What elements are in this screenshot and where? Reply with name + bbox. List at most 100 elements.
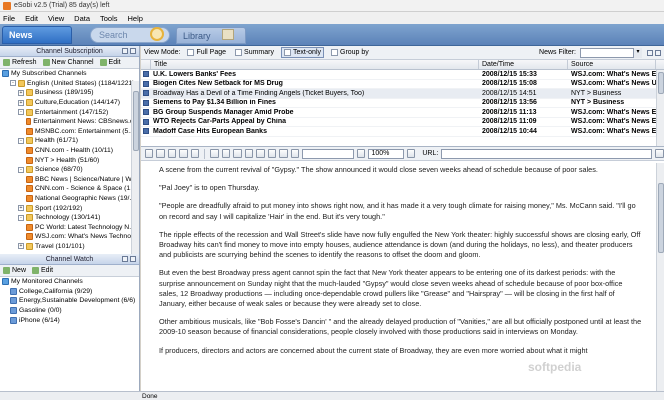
tree-item[interactable]: CNN.com - Health (10/11) [0, 146, 139, 156]
tree-root[interactable]: My Subscribed Channels [0, 69, 139, 79]
article-paragraph: "People are dreadfully afraid to put mon… [159, 201, 636, 221]
tree-item[interactable]: Gasoline (0/0) [0, 306, 139, 316]
edit-channel-button[interactable]: Edit [99, 59, 121, 66]
watch-icon [10, 287, 17, 295]
url-input[interactable] [441, 148, 653, 159]
tree-folder[interactable]: + Travel (101/101) [0, 242, 139, 252]
tag-icon[interactable] [221, 149, 231, 158]
source-column-header[interactable]: Source [568, 60, 656, 69]
previous-icon[interactable] [233, 149, 242, 158]
pin-icon[interactable] [122, 48, 128, 54]
table-row[interactable]: WTO Rejects Car-Parts Appeal by China 200… [141, 118, 664, 127]
go-icon[interactable] [655, 149, 664, 158]
scrollbar-thumb[interactable] [133, 91, 139, 151]
copy-icon[interactable] [256, 149, 265, 158]
menu-help[interactable]: Help [128, 14, 143, 23]
table-row[interactable]: Madoff Case Hits European Banks 2008/12/1… [141, 127, 664, 137]
close-icon[interactable] [655, 50, 661, 56]
new-watch-button[interactable]: New [3, 267, 26, 274]
table-row[interactable]: Siemens to Pay $1.34 Billion in Fines 200… [141, 99, 664, 108]
table-row[interactable]: U.K. Lowers Banks' Fees 2008/12/15 15:33 W… [141, 70, 664, 80]
tree-item[interactable]: NYT > Health (51/60) [0, 155, 139, 165]
left-panel: Channel Subscription Refresh New Channel… [0, 46, 140, 400]
tab-library[interactable]: Library [176, 27, 246, 44]
tree-item[interactable]: BBC News | Science/Nature | W... [0, 175, 139, 185]
tree-root[interactable]: My Monitored Channels [0, 277, 139, 287]
save-icon[interactable] [167, 149, 177, 158]
chevron-down-icon[interactable]: ▾ [633, 48, 642, 58]
highlight-icon[interactable] [356, 149, 366, 158]
collapse-icon[interactable]: - [18, 214, 24, 221]
menu-edit[interactable]: Edit [25, 14, 38, 23]
table-row[interactable]: Broadway Has a Devil of a Time Finding A… [141, 89, 664, 99]
tree-folder[interactable]: - Technology (130/141) [0, 213, 139, 223]
tree-item[interactable]: CNN.com - Science & Space (1... [0, 184, 139, 194]
title-column-header[interactable]: Title [151, 60, 479, 69]
tree-item[interactable]: Entertainment News: CBSnews.c... [0, 117, 139, 127]
text-only-option[interactable]: Text-only [280, 47, 324, 58]
table-scrollbar[interactable] [656, 70, 664, 146]
expand-icon[interactable]: + [18, 89, 24, 96]
tab-news[interactable]: News [2, 26, 72, 44]
print-icon[interactable] [179, 149, 188, 158]
tree-folder[interactable]: - English (United States) (1184/1221) [0, 79, 139, 89]
menu-data[interactable]: Data [74, 14, 90, 23]
full-page-option[interactable]: Full Page [185, 48, 228, 57]
cell-date: 2008/12/15 10:44 [482, 127, 537, 135]
close-icon[interactable] [130, 256, 136, 262]
tree-item[interactable]: PC World: Latest Technology N... [0, 223, 139, 233]
table-row[interactable]: Biogen Cites New Setback for MS Drug 2008… [141, 80, 664, 89]
refresh-icon[interactable] [406, 149, 416, 158]
font-icon[interactable] [279, 149, 288, 158]
email-icon[interactable] [190, 149, 200, 158]
tree-folder[interactable]: - Health (61/71) [0, 136, 139, 146]
tree-item[interactable]: WSJ.com: What's News Technol... [0, 232, 139, 242]
subscription-scrollbar[interactable] [131, 81, 139, 265]
status-column-header[interactable] [141, 60, 151, 69]
expand-icon[interactable]: + [18, 243, 24, 250]
tree-folder[interactable]: - Entertainment (147/152) [0, 107, 139, 117]
forward-icon[interactable] [156, 149, 165, 158]
refresh-button[interactable]: Refresh [3, 59, 37, 66]
collapse-icon[interactable]: - [18, 166, 24, 173]
menu-tools[interactable]: Tools [100, 14, 118, 23]
collapse-icon[interactable]: - [10, 80, 16, 87]
pin-icon[interactable] [647, 50, 653, 56]
edit-watch-button[interactable]: Edit [32, 267, 53, 274]
tree-item[interactable]: College,California (9/29) [0, 287, 139, 297]
collapse-icon[interactable]: - [18, 137, 24, 144]
folder-icon [26, 137, 33, 145]
tree-label: My Subscribed Channels [11, 70, 87, 78]
find-input[interactable] [302, 148, 354, 159]
table-row[interactable]: BG Group Suspends Manager Amid Probe 2008… [141, 108, 664, 118]
expand-icon[interactable]: + [18, 205, 24, 212]
expand-icon[interactable]: + [18, 99, 24, 106]
summary-option[interactable]: Summary [233, 48, 276, 57]
tree-folder[interactable]: + Culture,Education (144/147) [0, 98, 139, 108]
menu-view[interactable]: View [48, 14, 64, 23]
next-icon[interactable] [244, 149, 254, 158]
delete-icon[interactable] [267, 149, 277, 158]
date-column-header[interactable]: Date/Time [479, 60, 568, 69]
menu-file[interactable]: File [3, 14, 15, 23]
star-icon[interactable] [210, 149, 219, 158]
close-icon[interactable] [130, 48, 136, 54]
pin-icon[interactable] [122, 256, 128, 262]
collapse-icon[interactable]: - [18, 109, 24, 116]
translate-icon[interactable] [290, 149, 300, 158]
tree-item[interactable]: Energy,Sustainable Development (6/6) [0, 296, 139, 306]
scrollbar-thumb[interactable] [658, 183, 664, 253]
search-icon[interactable] [150, 27, 164, 41]
group-by-option[interactable]: Group by [329, 48, 371, 57]
tree-folder[interactable]: + Sport (192/192) [0, 203, 139, 213]
zoom-select[interactable]: 100% [368, 148, 404, 159]
tree-folder[interactable]: - Science (68/70) [0, 165, 139, 175]
scrollbar-thumb[interactable] [658, 72, 664, 94]
tree-item[interactable]: iPhone (6/14) [0, 315, 139, 325]
tree-item[interactable]: MSNBC.com: Entertainment (5... [0, 127, 139, 137]
new-channel-button[interactable]: New Channel [42, 59, 94, 66]
back-icon[interactable] [145, 149, 154, 158]
article-scrollbar[interactable] [656, 163, 664, 391]
tree-folder[interactable]: + Business (189/195) [0, 88, 139, 98]
tree-item[interactable]: National Geographic News (19/... [0, 194, 139, 204]
